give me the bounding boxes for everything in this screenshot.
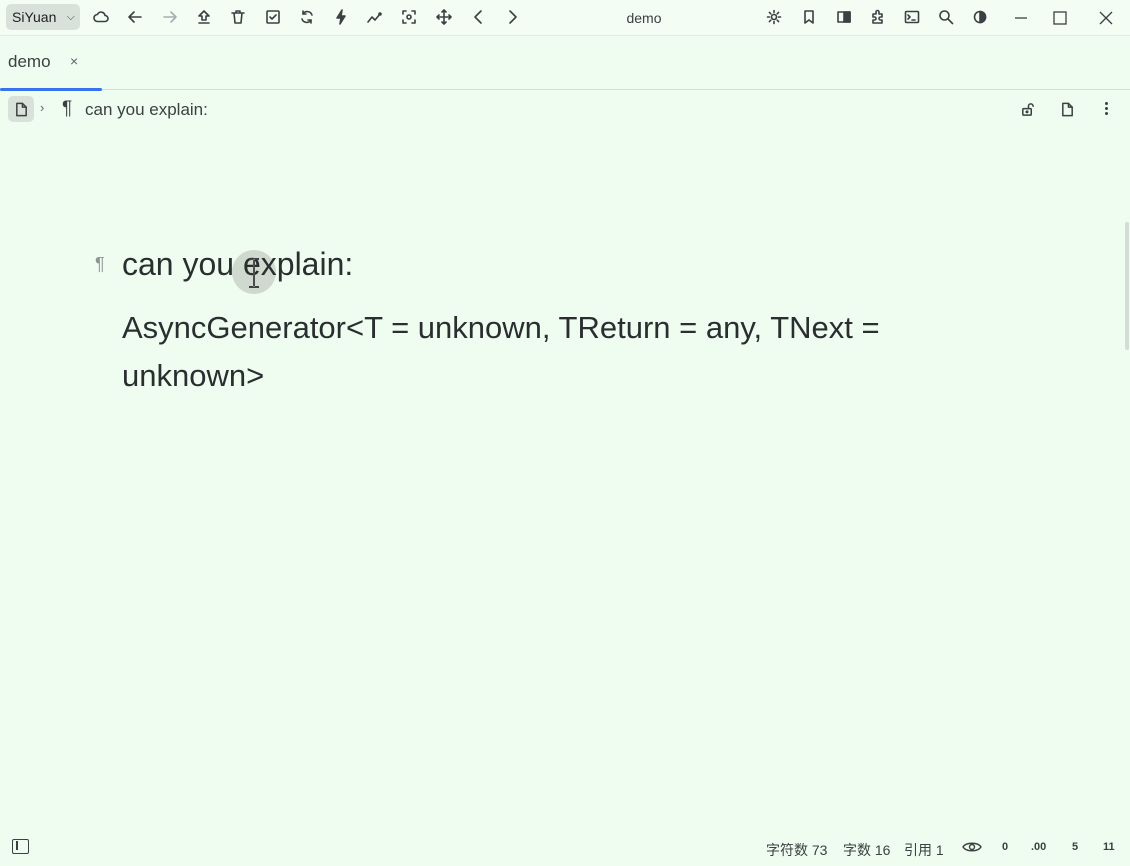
dock-toggle-icon[interactable] — [12, 839, 29, 854]
terminal-icon[interactable] — [901, 6, 923, 28]
bookmark-icon[interactable] — [798, 6, 820, 28]
minimize-button[interactable] — [1001, 0, 1041, 36]
status-value: .00 — [1031, 841, 1047, 853]
chevron-left-icon[interactable] — [468, 6, 490, 28]
paragraph-icon[interactable]: ¶ — [95, 254, 105, 275]
eye-icon[interactable] — [962, 840, 982, 854]
close-window-button[interactable] — [1086, 0, 1126, 36]
forward-icon[interactable] — [159, 6, 181, 28]
scrollbar[interactable] — [1125, 222, 1129, 350]
workspace-name: SiYuan — [12, 9, 57, 25]
chevron-right-icon[interactable] — [501, 6, 523, 28]
paragraph-line[interactable]: AsyncGenerator<T = unknown, TReturn = an… — [122, 304, 942, 352]
ref-count: 引用 1 — [904, 842, 944, 858]
breadcrumb: › ¶ can you explain: — [0, 92, 1130, 126]
contrast-icon[interactable] — [969, 6, 991, 28]
unlock-icon[interactable] — [1017, 99, 1037, 119]
book-icon[interactable] — [833, 6, 855, 28]
chevron-down-icon: ⌵ — [66, 11, 75, 23]
chevron-right-icon: › — [40, 100, 45, 115]
status-value: 0 — [1002, 841, 1009, 853]
more-icon[interactable] — [1098, 99, 1114, 119]
status-value: 11 — [1103, 841, 1115, 853]
settings-icon[interactable] — [763, 6, 785, 28]
back-icon[interactable] — [124, 6, 146, 28]
flash-icon[interactable] — [330, 6, 352, 28]
search-icon[interactable] — [935, 6, 957, 28]
maximize-button[interactable] — [1040, 0, 1080, 36]
tab-demo[interactable]: demo × — [0, 36, 102, 91]
cloud-icon[interactable] — [90, 6, 112, 28]
document-heading[interactable]: can you explain: — [122, 246, 353, 283]
editor-area[interactable]: ¶ can you explain: AsyncGenerator<T = un… — [0, 126, 1130, 826]
document-icon[interactable] — [1057, 99, 1077, 119]
window-title: demo — [626, 10, 662, 26]
focus-icon[interactable] — [398, 6, 420, 28]
document-icon[interactable] — [8, 96, 34, 122]
word-count: 字数 16 — [843, 842, 891, 858]
top-toolbar: SiYuan ⌵ demo — [0, 0, 1130, 36]
graph-icon[interactable] — [364, 6, 386, 28]
plugin-icon[interactable] — [867, 6, 889, 28]
text-cursor-icon — [249, 258, 259, 288]
trash-icon[interactable] — [227, 6, 249, 28]
paragraph-icon: ¶ — [62, 98, 73, 119]
status-value: 5 — [1072, 841, 1079, 853]
close-icon[interactable]: × — [70, 53, 78, 69]
move-icon[interactable] — [433, 6, 455, 28]
breadcrumb-item[interactable]: can you explain: — [85, 100, 208, 120]
status-bar: 字符数 73 字数 16 引用 1 0 .00 5 11 — [0, 828, 1130, 866]
tab-label: demo — [8, 52, 51, 71]
checkbox-icon[interactable] — [262, 6, 284, 28]
active-tab-indicator — [0, 88, 102, 91]
workspace-menu-button[interactable]: SiYuan ⌵ — [6, 4, 80, 30]
tab-bar: demo × — [0, 36, 1130, 91]
char-count: 字符数 73 — [766, 842, 828, 858]
paragraph-line[interactable]: unknown> — [122, 352, 942, 400]
sync-icon[interactable] — [296, 6, 318, 28]
upload-icon[interactable] — [193, 6, 215, 28]
